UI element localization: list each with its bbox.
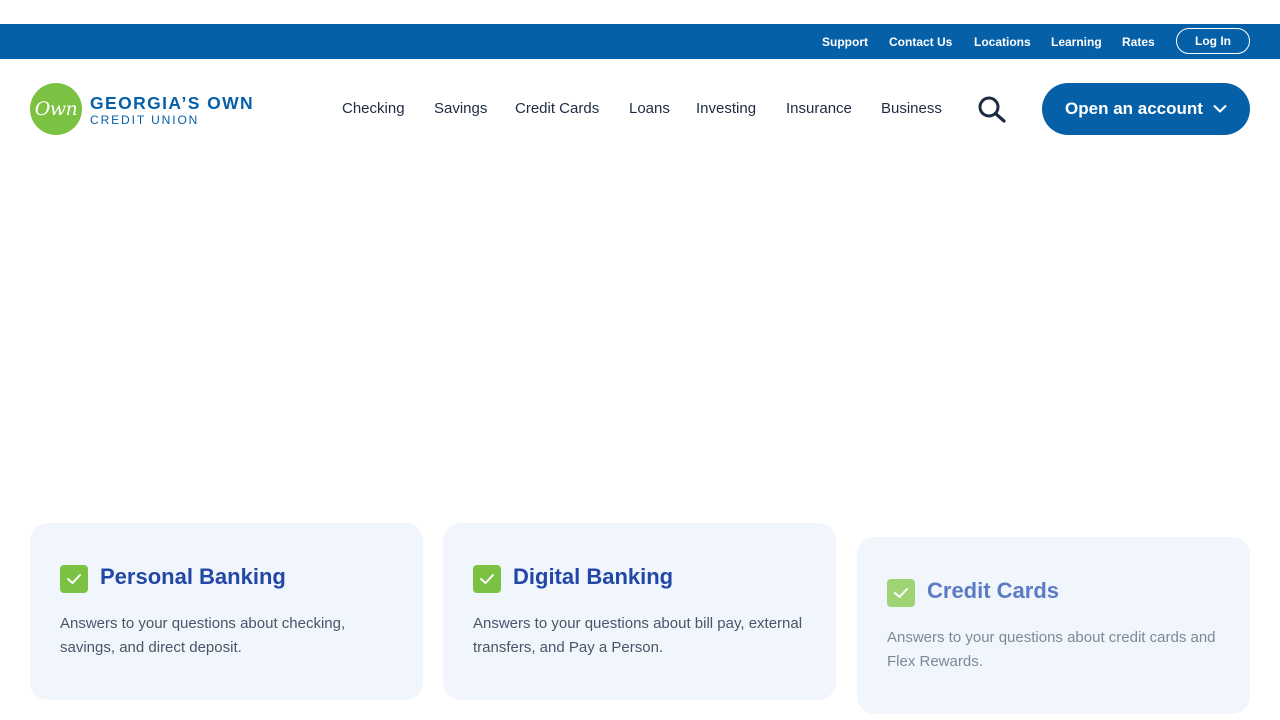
nav-item-loans[interactable]: Loans bbox=[629, 100, 670, 117]
card-credit-cards[interactable]: Credit Cards Answers to your questions a… bbox=[857, 537, 1250, 714]
main-header: Own GEORGIA’S OWN CREDIT UNION Checking … bbox=[0, 59, 1280, 159]
card-description: Answers to your questions about bill pay… bbox=[473, 615, 803, 656]
nav-item-checking[interactable]: Checking bbox=[342, 100, 405, 117]
checkmark-icon bbox=[887, 579, 915, 607]
login-button[interactable]: Log In bbox=[1176, 28, 1250, 54]
card-personal-banking[interactable]: Personal Banking Answers to your questio… bbox=[30, 523, 423, 700]
card-description: Answers to your questions about credit c… bbox=[887, 629, 1216, 670]
utility-link-support[interactable]: Support bbox=[822, 35, 868, 49]
brand-logo[interactable]: Own GEORGIA’S OWN CREDIT UNION bbox=[30, 83, 280, 135]
card-title[interactable]: Credit Cards bbox=[927, 578, 1059, 604]
utility-link-contact-us[interactable]: Contact Us bbox=[889, 35, 952, 49]
card-title[interactable]: Personal Banking bbox=[100, 564, 286, 590]
nav-item-savings[interactable]: Savings bbox=[434, 100, 487, 117]
top-strip bbox=[0, 0, 1280, 24]
nav-item-investing[interactable]: Investing bbox=[696, 100, 756, 117]
nav-item-insurance[interactable]: Insurance bbox=[786, 100, 852, 117]
card-description: Answers to your questions about checking… bbox=[60, 615, 346, 656]
utility-bar: Support Contact Us Locations Learning Ra… bbox=[0, 24, 1280, 59]
checkmark-icon bbox=[60, 565, 88, 593]
chevron-down-icon bbox=[1213, 105, 1227, 113]
card-title[interactable]: Digital Banking bbox=[513, 564, 673, 590]
logo-mark: Own bbox=[30, 83, 82, 135]
search-icon[interactable] bbox=[976, 95, 1008, 123]
nav-item-credit-cards[interactable]: Credit Cards bbox=[515, 100, 599, 117]
logo-mark-text: Own bbox=[34, 98, 78, 120]
checkmark-icon bbox=[473, 565, 501, 593]
card-digital-banking[interactable]: Digital Banking Answers to your question… bbox=[443, 523, 836, 700]
nav-item-business[interactable]: Business bbox=[881, 100, 942, 117]
utility-link-learning[interactable]: Learning bbox=[1051, 35, 1102, 49]
brand-subname: CREDIT UNION bbox=[90, 113, 200, 127]
open-account-button[interactable]: Open an account bbox=[1042, 83, 1250, 135]
open-account-label: Open an account bbox=[1065, 99, 1203, 118]
utility-link-rates[interactable]: Rates bbox=[1122, 35, 1155, 49]
utility-link-locations[interactable]: Locations bbox=[974, 35, 1031, 49]
brand-name: GEORGIA’S OWN bbox=[90, 93, 255, 113]
